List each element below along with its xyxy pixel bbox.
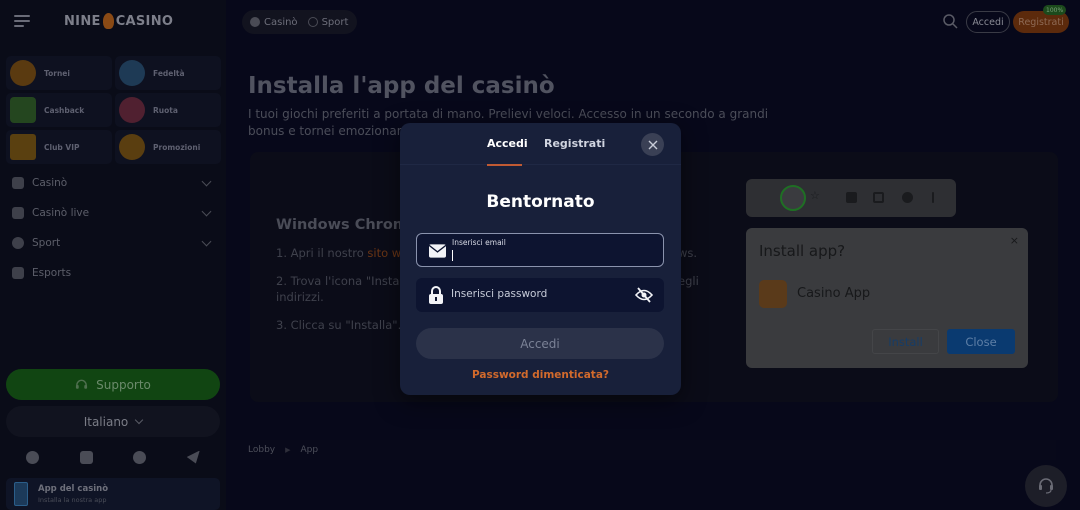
- tab-register[interactable]: Registrati: [544, 137, 605, 150]
- tab-login[interactable]: Accedi: [487, 137, 528, 150]
- text-cursor: [452, 250, 453, 261]
- login-submit-button[interactable]: Accedi: [416, 328, 664, 359]
- mail-icon: [429, 244, 446, 258]
- email-field[interactable]: Inserisci email: [416, 233, 664, 267]
- modal-overlay: Accedi Registrati Bentornato Inserisci e…: [0, 0, 1080, 510]
- email-field-label: Inserisci email: [452, 238, 506, 247]
- close-modal-button[interactable]: [641, 133, 664, 156]
- active-tab-indicator: [487, 164, 522, 166]
- close-icon: [648, 140, 657, 149]
- modal-heading: Bentornato: [486, 192, 595, 212]
- password-placeholder: Inserisci password: [451, 288, 548, 300]
- modal-tabs: Accedi Registrati: [400, 123, 681, 166]
- forgot-password-link[interactable]: Password dimenticata?: [400, 369, 681, 381]
- app-root: Tornei Fedeltà Cashback Ruota Club VIP P…: [0, 0, 1080, 510]
- password-field[interactable]: Inserisci password: [416, 278, 664, 312]
- login-modal: Accedi Registrati Bentornato Inserisci e…: [400, 123, 681, 395]
- lock-icon: [429, 286, 443, 304]
- eye-off-icon[interactable]: [635, 286, 653, 304]
